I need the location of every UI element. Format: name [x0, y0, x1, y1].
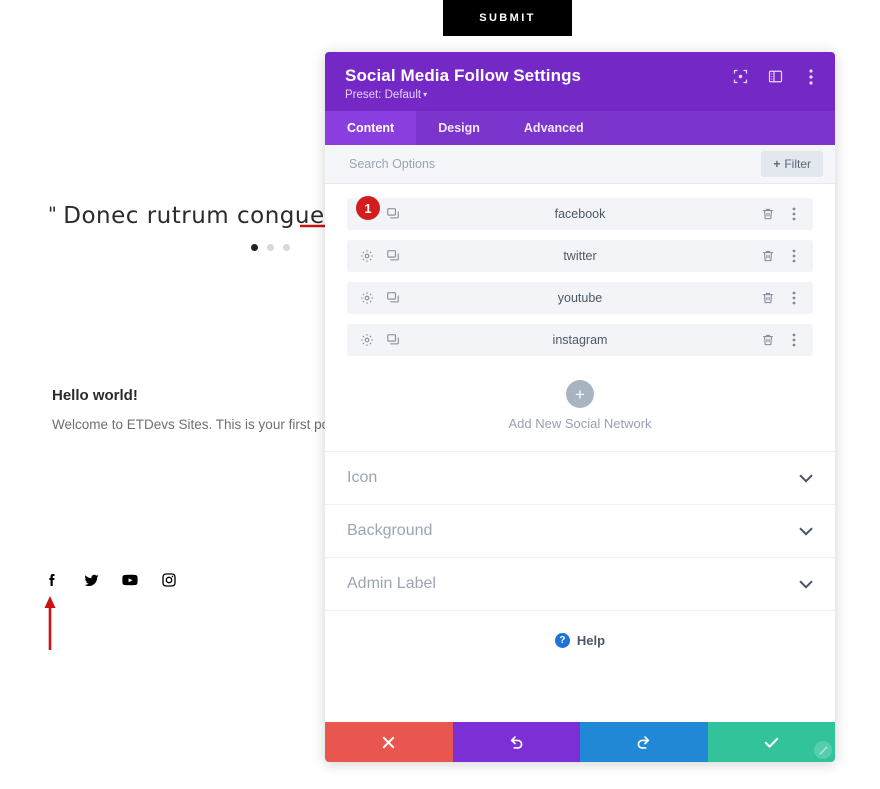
submit-button[interactable]: SUBMIT	[443, 0, 572, 36]
annotation-badge-1: 1	[356, 196, 380, 220]
search-input[interactable]	[347, 156, 762, 172]
trash-icon[interactable]	[760, 291, 775, 306]
row-left-actions	[359, 333, 400, 348]
network-name: instagram	[552, 333, 608, 347]
network-name: twitter	[563, 249, 597, 263]
instagram-icon[interactable]	[160, 571, 178, 589]
quote-mark: "	[48, 203, 58, 225]
chevron-down-icon[interactable]	[799, 526, 813, 536]
chevron-down-icon: ▾	[423, 90, 428, 99]
section-title: Icon	[347, 469, 378, 486]
add-new-social-network-button[interactable]: + Add New Social Network	[325, 366, 835, 451]
redo-button[interactable]	[580, 722, 708, 762]
row-left-actions	[359, 291, 400, 306]
more-vertical-icon[interactable]	[786, 333, 801, 348]
panel-header-icons	[732, 68, 819, 85]
panel-body: facebook twitter youtube instagram + Add…	[325, 184, 835, 722]
row-left-actions	[359, 249, 400, 264]
trash-icon[interactable]	[760, 333, 775, 348]
trash-icon[interactable]	[760, 207, 775, 222]
post-body: Welcome to ETDevs Sites. This is your fi…	[52, 417, 342, 432]
duplicate-icon[interactable]	[385, 249, 400, 264]
filter-button[interactable]: + Filter	[761, 151, 823, 177]
preset-label: Preset: Default	[345, 89, 422, 101]
social-follow-row	[43, 571, 178, 589]
slider-dot-1[interactable]	[251, 244, 258, 251]
cancel-button[interactable]	[325, 722, 453, 762]
panel-action-bar	[325, 722, 835, 762]
slider-dot-2[interactable]	[267, 244, 274, 251]
help-label: Help	[576, 633, 606, 648]
youtube-icon[interactable]	[121, 571, 139, 589]
tab-content[interactable]: Content	[325, 111, 417, 145]
section-title: Background	[347, 522, 433, 539]
section-admin-label[interactable]: Admin Label	[325, 557, 835, 610]
search-options-bar: +Filter	[325, 145, 835, 184]
panel-tab-bar: Content Design Advanced	[325, 111, 835, 145]
facebook-icon[interactable]	[43, 571, 61, 589]
more-vertical-icon[interactable]	[786, 249, 801, 264]
duplicate-icon[interactable]	[385, 333, 400, 348]
table-row[interactable]: youtube	[347, 282, 813, 314]
undo-button[interactable]	[452, 722, 580, 762]
panel-layout-icon[interactable]	[767, 68, 784, 85]
row-right-actions	[760, 207, 801, 222]
table-row[interactable]: instagram	[347, 324, 813, 356]
help-icon: ?	[554, 633, 570, 648]
chevron-down-icon[interactable]	[799, 579, 813, 589]
section-title: Admin Label	[347, 575, 436, 592]
chevron-down-icon[interactable]	[799, 473, 813, 483]
tab-advanced[interactable]: Advanced	[502, 111, 606, 145]
more-vertical-icon[interactable]	[802, 68, 819, 85]
table-row[interactable]: twitter	[347, 240, 813, 272]
trash-icon[interactable]	[760, 249, 775, 264]
gear-icon[interactable]	[359, 291, 374, 306]
more-vertical-icon[interactable]	[786, 291, 801, 306]
row-right-actions	[760, 249, 801, 264]
panel-header: Social Media Follow Settings Preset: Def…	[325, 52, 835, 111]
duplicate-icon[interactable]	[385, 207, 400, 222]
help-link[interactable]: ? Help	[325, 610, 835, 670]
plus-circle-icon: +	[566, 380, 594, 408]
section-background[interactable]: Background	[325, 504, 835, 557]
social-network-list: facebook twitter youtube instagram	[325, 184, 835, 366]
twitter-icon[interactable]	[82, 571, 100, 589]
add-network-label: Add New Social Network	[508, 416, 652, 431]
network-name: youtube	[557, 291, 603, 305]
resize-handle[interactable]	[814, 741, 832, 759]
social-media-follow-settings-panel: Social Media Follow Settings Preset: Def…	[325, 52, 835, 762]
gear-icon[interactable]	[359, 333, 374, 348]
row-right-actions	[760, 333, 801, 348]
tab-design[interactable]: Design	[416, 111, 502, 145]
slider-dots[interactable]	[251, 244, 290, 251]
preset-selector[interactable]: Preset: Default ▾	[345, 89, 815, 101]
annotation-arrow-up	[43, 596, 57, 650]
focus-target-icon[interactable]	[732, 68, 749, 85]
filter-button-label: Filter	[784, 157, 811, 171]
post-title: Hello world!	[52, 387, 138, 404]
table-row[interactable]: facebook	[347, 198, 813, 230]
gear-icon[interactable]	[359, 249, 374, 264]
more-vertical-icon[interactable]	[786, 207, 801, 222]
section-icon[interactable]: Icon	[325, 451, 835, 504]
duplicate-icon[interactable]	[385, 291, 400, 306]
plus-icon: +	[773, 157, 781, 171]
slider-dot-3[interactable]	[283, 244, 290, 251]
network-name: facebook	[554, 207, 606, 221]
row-right-actions	[760, 291, 801, 306]
